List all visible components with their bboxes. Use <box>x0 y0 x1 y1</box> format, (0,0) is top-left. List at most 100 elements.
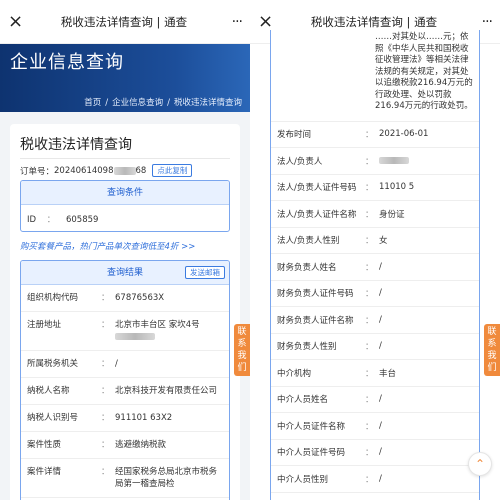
redacted-blur <box>379 156 409 164</box>
row-value: 北京科技开发有限责任公司 <box>115 386 218 396</box>
row-label: 法人/负责人 <box>277 156 323 167</box>
table-row: 中介人员证件号码： / <box>271 440 479 466</box>
row-value: / <box>379 314 382 325</box>
back-to-top-icon[interactable]: ⌃ <box>468 452 492 476</box>
breadcrumb: 首页 / 企业信息查询 / 税收违法详情查询 <box>82 96 244 108</box>
row-label: 中介人员证件号码 <box>277 448 346 459</box>
copy-button[interactable]: 点此复制 <box>152 164 193 177</box>
breadcrumb-enterprise-query[interactable]: 企业信息查询 <box>112 98 163 108</box>
row-value: / <box>115 359 118 369</box>
query-results-header: 查询结果 发送邮箱 <box>21 261 229 285</box>
row-value: 911101 63X2 <box>115 413 173 423</box>
row-label: 中介机构 <box>277 368 312 379</box>
row-label: 纳税人识别号 <box>27 413 79 423</box>
row-label: 财务负责人证件名称 <box>277 315 354 326</box>
row-value <box>379 156 473 166</box>
row-label: 法人/负责人性别 <box>277 236 340 247</box>
row-label: 财务负责人证件号码 <box>277 289 354 300</box>
more-icon[interactable]: ··· <box>222 14 243 30</box>
contact-us-tab[interactable]: 联系我们 <box>484 324 500 376</box>
table-row: 注册地址 ： 北京市丰台区 家坎4号 <box>21 312 229 351</box>
id-row: ID ： 605859 <box>27 215 99 225</box>
table-row: 财务负责人姓名： / <box>271 254 479 281</box>
row-value: / <box>379 473 382 484</box>
table-row: 组织机构代码 ： 67876563X <box>21 285 229 312</box>
row-value: 67876563X <box>115 293 165 303</box>
banner-title: 企业信息查询 <box>10 52 124 73</box>
redacted-blur <box>115 333 155 340</box>
table-row: 案件详情 ： 经国家税务总局北京市税务局第一稽查局检 <box>21 459 229 498</box>
row-value: / <box>379 447 382 458</box>
row-label: 中介人员性别 <box>277 474 329 485</box>
breadcrumb-current: 税收违法详情查询 <box>173 98 242 108</box>
table-row: 中介人员证件名称： / <box>271 413 479 440</box>
contact-us-tab[interactable]: 联系我们 <box>234 324 250 376</box>
row-label: 发布时间 <box>277 130 312 141</box>
row-value: / <box>379 420 382 431</box>
more-icon[interactable]: ··· <box>472 14 493 30</box>
row-value: 经国家税务总局北京市税务局第一稽查局检 <box>115 467 218 489</box>
id-value: 605859 <box>65 215 99 225</box>
row-value: 女 <box>379 236 388 247</box>
table-row: 法人/负责人： <box>271 148 479 175</box>
promo-link[interactable]: 购买套餐产品，热门产品单次查询低至4折 >> <box>20 240 195 252</box>
table-row: 中介机构：丰台 <box>271 360 479 387</box>
row-value: 2021-06-01 <box>379 129 429 140</box>
row-label: 组织机构代码 <box>27 293 79 303</box>
table-row: 纳税人识别号 ： 911101 63X2 <box>21 405 229 432</box>
case-detail-text: ……对其处以……元；依照《中华人民共和国税收征收管理法》等相关法律法规的有关规定… <box>271 30 479 122</box>
row-label: 法人/负责人证件号码 <box>277 183 357 194</box>
table-row: 财务负责人证件名称： / <box>271 307 479 334</box>
order-number: 订单号： 20240614098 68 点此复制 <box>20 164 193 177</box>
table-row: 案件性质 ： 逃避缴纳税款 <box>21 432 229 459</box>
table-row: 所属税务机关 ： / <box>21 351 229 378</box>
page-title: 税收违法详情查询 | 通查 <box>60 14 188 29</box>
row-label: 法人/负责人证件名称 <box>277 209 357 220</box>
page-title: 税收违法详情查询 | 通查 <box>310 14 438 29</box>
table-row: 财务负责人证件号码： / <box>271 281 479 307</box>
row-label: 中介人员姓名 <box>277 395 329 406</box>
row-value: 北京市丰台区 家坎4号 <box>115 319 223 343</box>
order-prefix: 20240614098 <box>54 165 114 176</box>
breadcrumb-home[interactable]: 首页 <box>84 98 101 108</box>
left-screen: × 税收违法详情查询 | 通查 ··· 企业信息查询 首页 / 企业信息查询 / 税收违… <box>0 0 250 500</box>
row-label: 所属税务机关 <box>27 359 79 369</box>
row-label: 财务负责人姓名 <box>277 262 337 273</box>
right-screen: × 税收违法详情查询 | 通查 ··· ……对其处以……元；依照《中华人民共和国… <box>250 0 500 500</box>
query-conditions-box: 查询条件 ID ： 605859 <box>20 180 230 232</box>
table-row: 发布时间： 2021-06-01 <box>271 122 479 148</box>
row-value: / <box>379 261 382 272</box>
table-row: 财务负责人性别： / <box>271 334 479 360</box>
row-label: 注册地址 <box>27 320 62 330</box>
card-title: 税收违法详情查询 <box>20 137 132 153</box>
send-email-button[interactable]: 发送邮箱 <box>185 266 225 279</box>
row-value: / <box>379 394 382 405</box>
close-icon[interactable]: × <box>8 12 26 31</box>
redacted-blur <box>113 166 136 175</box>
row-label: 纳税人名称 <box>27 386 70 396</box>
row-label: 财务负责人性别 <box>277 342 337 353</box>
query-results-box: 查询结果 发送邮箱 组织机构代码 ： 67876563X 注册地址 ： 北京市丰… <box>20 260 230 500</box>
row-value: 逃避缴纳税款 <box>115 440 167 450</box>
order-label: 订单号： <box>20 166 55 177</box>
query-results-title: 查询结果 <box>106 268 143 278</box>
table-row: 法人/负责人性别：女 <box>271 228 479 254</box>
id-label: ID <box>27 215 37 225</box>
row-label: 中介人员证件名称 <box>277 421 346 432</box>
row-value: 丰台 <box>379 368 397 379</box>
table-row: 中介人员姓名： / <box>271 387 479 413</box>
wechat-title-bar: × 税收违法详情查询 | 通查 ··· <box>0 0 250 44</box>
results-continued: ……对其处以……元；依照《中华人民共和国税收征收管理法》等相关法律法规的有关规定… <box>270 30 480 500</box>
order-suffix: 68 <box>135 165 147 176</box>
table-row: 法人/负责人证件号码： 11010 5 <box>271 175 479 201</box>
row-value: 身份证 <box>379 209 405 220</box>
address-text: 北京市丰台区 家坎4号 <box>115 320 200 330</box>
close-icon[interactable]: × <box>258 12 276 31</box>
table-row: 中介人员性别： / <box>271 466 479 493</box>
banner: 企业信息查询 首页 / 企业信息查询 / 税收违法详情查询 <box>0 44 250 112</box>
breadcrumb-separator: / <box>105 98 109 108</box>
query-conditions-header: 查询条件 <box>21 181 229 205</box>
table-row: 纳税人名称 ： 北京科技开发有限责任公司 <box>21 378 229 405</box>
row-value: 11010 5 <box>379 182 415 193</box>
row-value: / <box>379 288 382 299</box>
